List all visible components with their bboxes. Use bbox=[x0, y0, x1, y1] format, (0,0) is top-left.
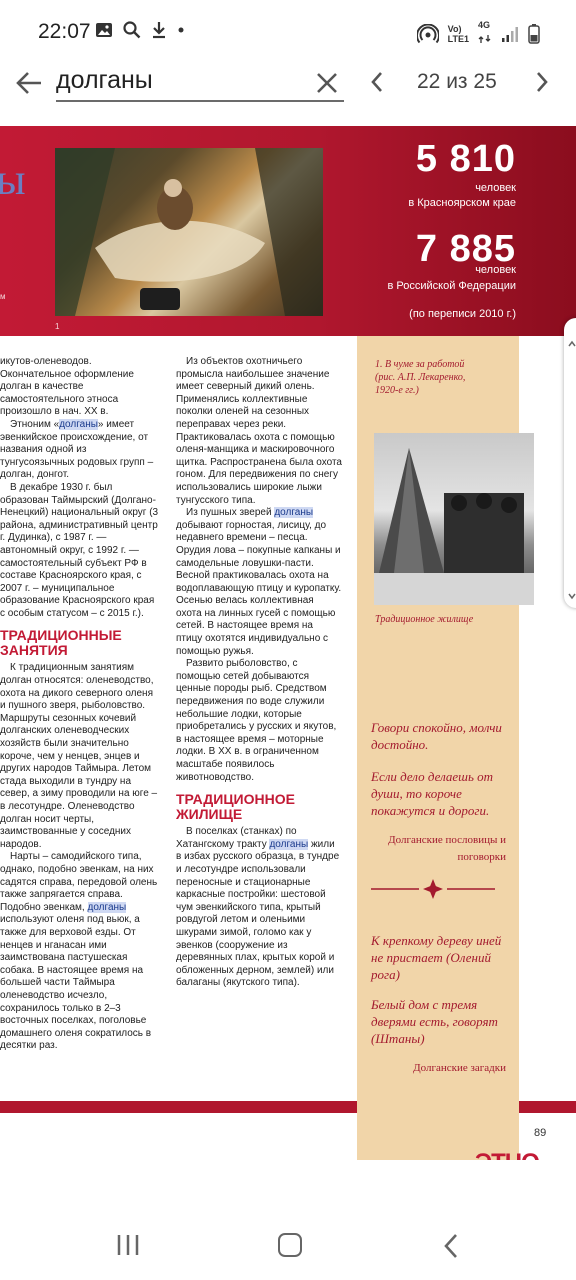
riddle-1: К крепкому дереву иней не пристает (Олен… bbox=[371, 933, 502, 982]
search-highlight: долганы bbox=[87, 901, 127, 913]
riddle-source: Долганские загадки bbox=[413, 1062, 506, 1074]
status-time: 22:07 bbox=[38, 20, 91, 43]
image-icon bbox=[96, 23, 112, 37]
paragraph: В декабре 1930 г. был образован Таймырск… bbox=[0, 481, 159, 619]
search-icon bbox=[123, 21, 141, 39]
search-highlight: долганы bbox=[59, 418, 98, 430]
stat-russia-label-2: в Российской Федерации bbox=[387, 280, 516, 292]
dwelling-illustration bbox=[374, 448, 534, 605]
page-number: 89 bbox=[534, 1127, 547, 1139]
home-icon[interactable] bbox=[278, 1233, 302, 1257]
lte-label: LTE1 bbox=[447, 34, 469, 44]
search-highlight: долганы bbox=[269, 838, 309, 850]
paragraph: Из пушных зверей долганы добывают горнос… bbox=[176, 507, 342, 657]
painting-caption: 1. В чуме за работой (рис. А.П. Лекаренк… bbox=[375, 359, 466, 396]
census-note: (по переписи 2010 г.) bbox=[409, 308, 516, 320]
photo-caption: Традиционное жилище bbox=[375, 614, 474, 625]
stat-krasnoyarsk-label-2: в Красноярском крае bbox=[408, 197, 516, 209]
signal-icon bbox=[502, 27, 518, 42]
match-counter: 22 из 25 bbox=[417, 70, 497, 93]
stat-krasnoyarsk-label-1: человек bbox=[475, 182, 516, 194]
painting-illustration bbox=[55, 148, 323, 316]
banner-fragment: м bbox=[0, 292, 6, 301]
painting-image bbox=[55, 148, 323, 316]
banner: ы м 1 5 810 человек в Красноярском крае … bbox=[0, 126, 576, 336]
ornament-divider bbox=[371, 879, 495, 899]
recent-apps-icon[interactable] bbox=[116, 1234, 140, 1256]
stat-russia-label-1: человек bbox=[475, 264, 516, 276]
data-arrows-icon bbox=[478, 35, 491, 43]
paragraph: К традиционным занятиям долган относятся… bbox=[0, 662, 158, 850]
text-column-middle: Из объектов охотничьего промысла наиболь… bbox=[176, 356, 342, 990]
back-nav-icon[interactable] bbox=[443, 1233, 459, 1259]
paragraph: Этноним «долганы» имеет эвенкийское прои… bbox=[0, 418, 154, 481]
paragraph: Нарты – самодийского типа, однако, подоб… bbox=[0, 851, 158, 1052]
section-heading: Традиционное жилище bbox=[176, 791, 295, 823]
section-heading: Традиционные занятия bbox=[0, 627, 122, 659]
paragraph: В поселках (станках) по Хатангскому трак… bbox=[176, 826, 340, 989]
volte-label: Vo) bbox=[447, 24, 462, 34]
clear-search-icon[interactable] bbox=[314, 70, 340, 96]
paragraph: икутов-оленеводов. Окончательное оформле… bbox=[0, 356, 134, 418]
status-bar: 22:07 Vo) LTE1 4G bbox=[0, 0, 576, 64]
paragraph: Развито рыболовство, с помощью сетей доб… bbox=[176, 658, 337, 783]
battery-icon bbox=[528, 24, 540, 44]
download-icon bbox=[153, 22, 165, 39]
next-match-icon[interactable] bbox=[533, 70, 551, 94]
stat-krasnoyarsk-number: 5 810 bbox=[415, 138, 516, 180]
proverb-2: Если дело делаешь от души, то короче пок… bbox=[371, 769, 494, 818]
paragraph: Из объектов охотничьего промысла наиболь… bbox=[176, 356, 342, 506]
dwelling-photo bbox=[374, 433, 534, 605]
scroll-down-icon[interactable] bbox=[568, 592, 576, 600]
search-input[interactable] bbox=[56, 64, 344, 102]
text-column-left: икутов-оленеводов. Окончательное оформле… bbox=[0, 356, 160, 1053]
find-in-page-toolbar: 22 из 25 bbox=[0, 64, 576, 126]
footer-strip bbox=[0, 1101, 357, 1113]
back-arrow-icon[interactable] bbox=[14, 68, 44, 98]
fast-scroll-handle[interactable] bbox=[564, 318, 576, 608]
photo-number: 1 bbox=[55, 322, 60, 331]
previous-match-icon[interactable] bbox=[368, 70, 386, 94]
search-highlight: долганы bbox=[274, 507, 314, 519]
scroll-up-icon[interactable] bbox=[568, 340, 576, 348]
etno-logo: ЭТНО bbox=[475, 1149, 540, 1160]
riddle-2: Белый дом с тремя дверями есть, говорят … bbox=[371, 997, 498, 1046]
navigation-bar bbox=[0, 1160, 576, 1280]
hotspot-icon bbox=[416, 24, 439, 44]
dot-icon bbox=[178, 27, 184, 33]
proverb-1: Говори спокойно, молчи достойно. bbox=[371, 720, 502, 752]
document-page[interactable]: ы м 1 5 810 человек в Красноярском крае … bbox=[0, 126, 576, 1160]
footer-strip-right bbox=[519, 1101, 576, 1113]
network-type-label: 4G bbox=[478, 20, 491, 30]
banner-title-fragment: ы bbox=[0, 155, 26, 204]
proverb-source: Долганские пословицы и поговорки bbox=[388, 834, 506, 863]
